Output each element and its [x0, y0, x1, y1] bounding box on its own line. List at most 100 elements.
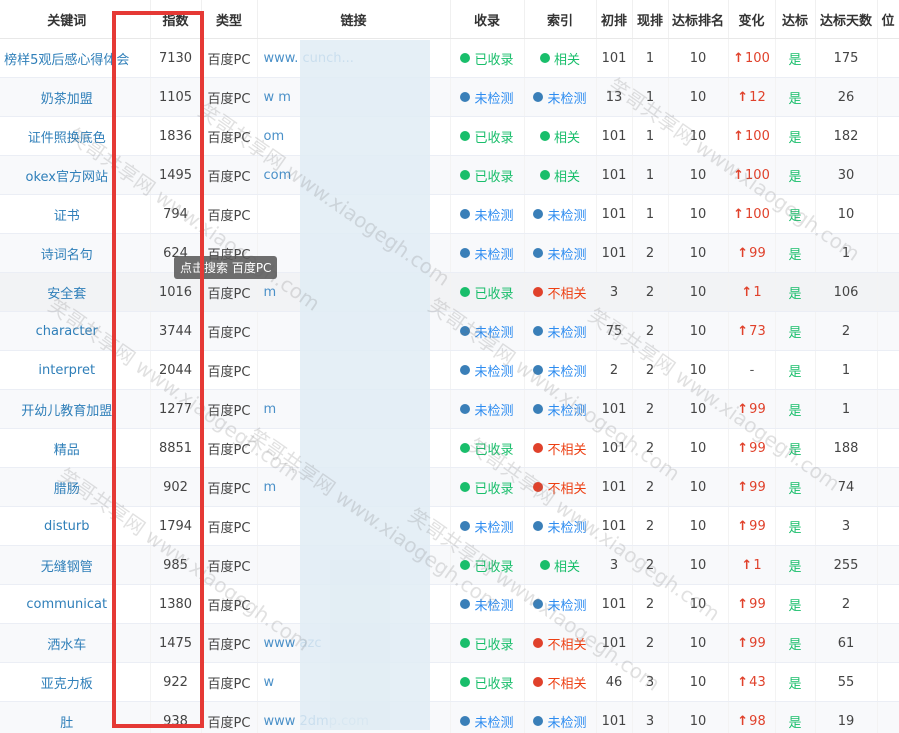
table-row[interactable]: 证件照换底色 1836 百度PC om 已收录 相关 101 1 10 ↑100 是 182 [0, 116, 899, 156]
link-cell[interactable]: m [257, 272, 451, 312]
keyword-cell[interactable]: 精品 [0, 428, 151, 468]
included-cell: 已收录 [450, 272, 525, 312]
table-row[interactable]: interpret 2044 百度PC 未检测 未检测 2 2 10- 是 1 [0, 350, 899, 390]
keyword-cell[interactable]: 证件照换底色 [0, 116, 151, 156]
table-row[interactable]: communicat 1380 百度PC 未检测 未检测 101 2 10 ↑99 是 2 [0, 584, 899, 624]
keyword-link[interactable]: 腊肠 [54, 482, 80, 497]
table-row[interactable]: 腊肠 902 百度PC m 已收录 不相关 101 2 10 ↑99 是 74 [0, 467, 899, 507]
keyword-link[interactable]: communicat [26, 597, 107, 612]
link-cell[interactable]: w m [257, 77, 451, 117]
table-row[interactable]: character 3744 百度PC 未检测 未检测 75 2 10 ↑73 是 2 [0, 311, 899, 351]
keyword-link[interactable]: 证书 [54, 209, 80, 224]
link-cell[interactable]: m [257, 389, 451, 429]
keyword-link[interactable]: 肚 [60, 716, 73, 731]
change-value: 12 [749, 89, 766, 105]
keyword-cell[interactable]: 奶茶加盟 [0, 77, 151, 117]
link-text[interactable]: com [264, 168, 292, 183]
link-cell[interactable] [257, 584, 451, 624]
header-included[interactable]: 收录 [450, 0, 525, 39]
link-cell[interactable]: www azc [257, 623, 451, 663]
link-cell[interactable] [257, 233, 451, 273]
link-text[interactable]: www 2dmp.com [264, 714, 369, 729]
link-cell[interactable] [257, 428, 451, 468]
link-cell[interactable]: www 2dmp.com [257, 701, 451, 733]
link-cell[interactable]: om [257, 116, 451, 156]
header-type[interactable]: 类型 [201, 0, 258, 39]
table-row[interactable]: okex官方网站 1495 百度PC com 已收录 相关 101 1 10 ↑100 是 30 [0, 155, 899, 195]
header-initial-rank[interactable]: 初排 [596, 0, 633, 39]
table-row[interactable]: 亚克力板 922 百度PC w 已收录 不相关 46 3 10 ↑43 是 55 [0, 662, 899, 702]
keyword-link[interactable]: 证件照换底色 [28, 131, 106, 146]
link-text[interactable]: m [264, 285, 277, 300]
link-text[interactable]: www. cunch... [264, 51, 354, 66]
keyword-cell[interactable]: 无缝钢管 [0, 545, 151, 585]
link-cell[interactable] [257, 350, 451, 390]
header-change[interactable]: 变化 [728, 0, 776, 39]
link-cell[interactable] [257, 545, 451, 585]
keyword-link[interactable]: interpret [38, 363, 95, 378]
link-cell[interactable] [257, 311, 451, 351]
header-keyword[interactable]: 关键词 [0, 0, 151, 39]
keyword-cell[interactable]: 证书 [0, 194, 151, 234]
table-row[interactable]: 奶茶加盟 1105 百度PC w m 未检测 未检测 13 1 10 ↑12 是 26 [0, 77, 899, 117]
indexed-status: 不相关 [547, 481, 587, 497]
table-row[interactable]: 证书 794 百度PC 未检测 未检测 101 1 10 ↑100 是 10 [0, 194, 899, 234]
header-index[interactable]: 指数 [150, 0, 202, 39]
keyword-link[interactable]: 榜样5观后感心得体会 [4, 53, 129, 68]
keyword-cell[interactable]: 洒水车 [0, 623, 151, 663]
header-target-rank[interactable]: 达标排名 [668, 0, 729, 39]
header-reached[interactable]: 达标 [775, 0, 816, 39]
keyword-cell[interactable]: 开幼儿教育加盟 [0, 389, 151, 429]
keyword-link[interactable]: okex官方网站 [26, 170, 108, 185]
keyword-link[interactable]: 亚克力板 [41, 677, 93, 692]
keyword-cell[interactable]: 肚 [0, 701, 151, 733]
table-row[interactable]: 诗词名句 624 百度PC 未检测 未检测 101 2 10 ↑99 是 1 [0, 233, 899, 273]
keyword-link[interactable]: disturb [44, 519, 90, 534]
keyword-cell[interactable]: 安全套 [0, 272, 151, 312]
link-text[interactable]: www azc [264, 636, 322, 651]
keyword-link[interactable]: 洒水车 [47, 638, 86, 653]
header-indexed[interactable]: 索引 [524, 0, 597, 39]
keyword-link[interactable]: 安全套 [47, 287, 86, 302]
link-cell[interactable]: m [257, 467, 451, 507]
table-row[interactable]: 洒水车 1475 百度PC www azc 已收录 不相关 101 2 10 ↑99 是 61 [0, 623, 899, 663]
keyword-cell[interactable]: interpret [0, 350, 151, 390]
header-link[interactable]: 链接 [257, 0, 451, 39]
link-cell[interactable]: www. cunch... [257, 38, 451, 78]
status-dot-icon [460, 716, 471, 726]
link-cell[interactable] [257, 506, 451, 546]
link-cell[interactable]: w [257, 662, 451, 702]
keyword-link[interactable]: 精品 [54, 443, 80, 458]
keyword-link[interactable]: 开幼儿教育加盟 [21, 404, 112, 419]
keyword-cell[interactable]: 亚克力板 [0, 662, 151, 702]
keyword-cell[interactable]: disturb [0, 506, 151, 546]
link-text[interactable]: m [264, 480, 277, 495]
header-extra[interactable]: 位 [877, 0, 899, 39]
keyword-cell[interactable]: 诗词名句 [0, 233, 151, 273]
link-text[interactable]: m [264, 402, 277, 417]
keyword-link[interactable]: 奶茶加盟 [41, 92, 93, 107]
table-row[interactable]: 榜样5观后感心得体会 7130 百度PC www. cunch... 已收录 相关 101 1… [0, 38, 899, 78]
keyword-cell[interactable]: okex官方网站 [0, 155, 151, 195]
keyword-cell[interactable]: 榜样5观后感心得体会 [0, 38, 151, 78]
header-reached-days[interactable]: 达标天数 [815, 0, 878, 39]
link-text[interactable]: w [264, 675, 275, 690]
keyword-cell[interactable]: 腊肠 [0, 467, 151, 507]
link-text[interactable]: om [264, 129, 285, 144]
header-current-rank[interactable]: 现排 [632, 0, 669, 39]
keyword-cell[interactable]: character [0, 311, 151, 351]
link-cell[interactable] [257, 194, 451, 234]
table-row[interactable]: disturb 1794 百度PC 未检测 未检测 101 2 10 ↑99 是 3 [0, 506, 899, 546]
table-row[interactable]: 开幼儿教育加盟 1277 百度PC m 未检测 未检测 101 2 10 ↑99 是 1 [0, 389, 899, 429]
reached-cell: 是 [775, 623, 816, 663]
keyword-link[interactable]: 诗词名句 [41, 248, 93, 263]
keyword-link[interactable]: character [36, 324, 98, 339]
keyword-cell[interactable]: communicat [0, 584, 151, 624]
table-row[interactable]: 安全套 1016 百度PC m 已收录 不相关 3 2 10 ↑1 是 106 [0, 272, 899, 312]
table-row[interactable]: 无缝钢管 985 百度PC 已收录 相关 3 2 10 ↑1 是 255 [0, 545, 899, 585]
keyword-link[interactable]: 无缝钢管 [41, 560, 93, 575]
link-cell[interactable]: com [257, 155, 451, 195]
table-row[interactable]: 肚 938 百度PC www 2dmp.com 未检测 未检测 101 3 10 ↑98 是 19 [0, 701, 899, 733]
link-text[interactable]: w m [264, 90, 291, 105]
table-row[interactable]: 精品 8851 百度PC 已收录 不相关 101 2 10 ↑99 是 188 [0, 428, 899, 468]
